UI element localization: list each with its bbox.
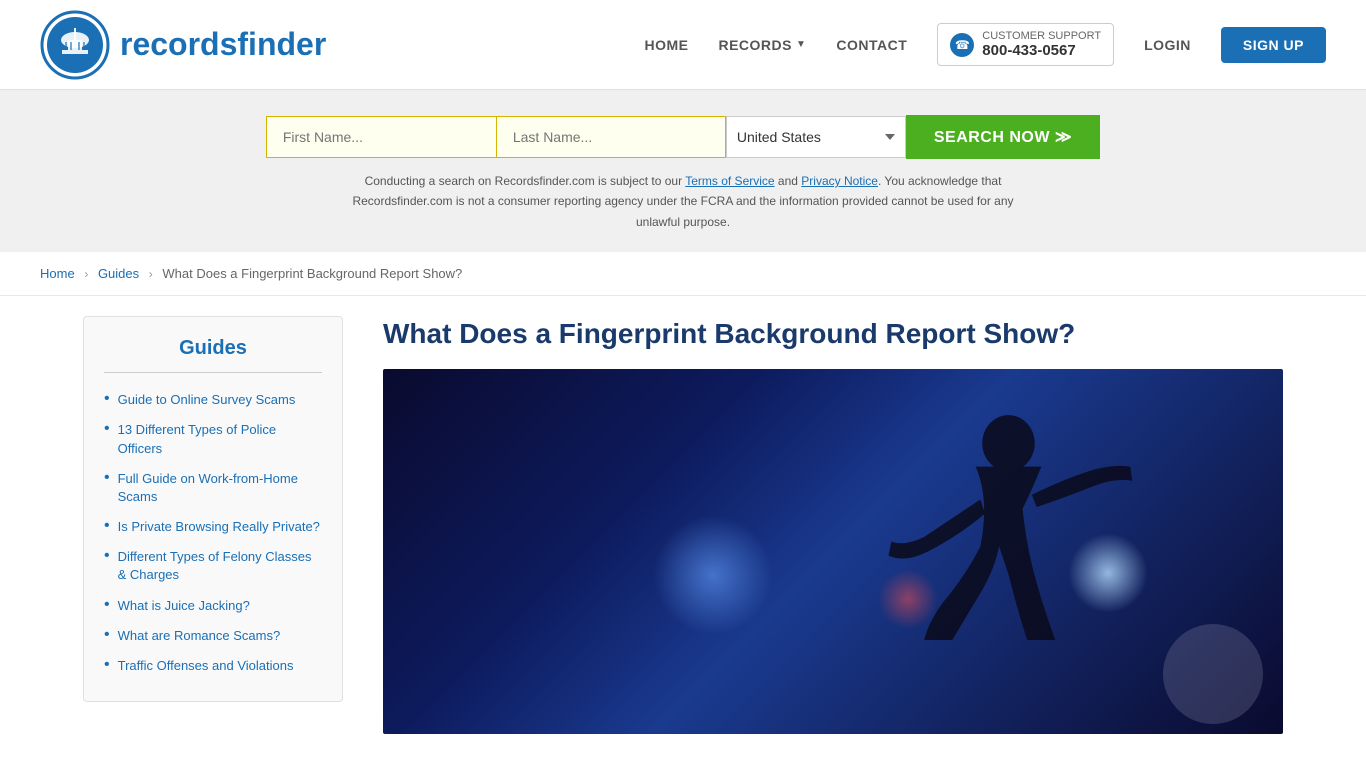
guides-link-0[interactable]: Guide to Online Survey Scams — [118, 391, 296, 409]
support-info: CUSTOMER SUPPORT 800-433-0567 — [982, 30, 1101, 59]
login-button[interactable]: LOGIN — [1144, 37, 1191, 53]
main-nav: HOME RECORDS ▼ CONTACT ☎ CUSTOMER SUPPOR… — [644, 23, 1326, 66]
guides-link-1[interactable]: 13 Different Types of Police Officers — [118, 421, 322, 457]
chevron-down-icon: ▼ — [796, 39, 806, 50]
logo-text-regular: records — [120, 26, 237, 62]
guides-link-4[interactable]: Different Types of Felony Classes & Char… — [118, 548, 322, 584]
support-number: 800-433-0567 — [982, 42, 1101, 59]
privacy-link[interactable]: Privacy Notice — [801, 174, 878, 188]
logo-area[interactable]: recordsfinder — [40, 10, 326, 80]
guides-link-5[interactable]: What is Juice Jacking? — [118, 597, 250, 615]
guides-list-item: What are Romance Scams? — [104, 621, 322, 651]
breadcrumb-guides[interactable]: Guides — [98, 266, 139, 281]
search-disclaimer: Conducting a search on Recordsfinder.com… — [333, 171, 1033, 232]
nav-contact[interactable]: CONTACT — [836, 37, 907, 53]
guides-link-3[interactable]: Is Private Browsing Really Private? — [118, 518, 320, 536]
breadcrumb-sep-1: › — [84, 267, 88, 281]
logo-icon[interactable] — [40, 10, 110, 80]
guides-list-item: Different Types of Felony Classes & Char… — [104, 542, 322, 590]
sidebar-title: Guides — [104, 337, 322, 373]
guides-list-item: Full Guide on Work-from-Home Scams — [104, 464, 322, 512]
guides-sidebar: Guides Guide to Online Survey Scams 13 Di… — [83, 316, 343, 702]
breadcrumb-home[interactable]: Home — [40, 266, 75, 281]
signup-button[interactable]: SIGN UP — [1221, 27, 1326, 63]
guides-list-item: Is Private Browsing Really Private? — [104, 512, 322, 542]
main-content: Guides Guide to Online Survey Scams 13 Di… — [43, 296, 1323, 773]
customer-support-box[interactable]: ☎ CUSTOMER SUPPORT 800-433-0567 — [937, 23, 1114, 66]
article-hero-image — [383, 369, 1283, 734]
site-header: recordsfinder HOME RECORDS ▼ CONTACT ☎ C… — [0, 0, 1366, 90]
search-section: United States SEARCH NOW ≫ Conducting a … — [0, 90, 1366, 252]
phone-icon: ☎ — [950, 33, 974, 57]
last-name-input[interactable] — [496, 116, 726, 158]
breadcrumb: Home › Guides › What Does a Fingerprint … — [0, 252, 1366, 296]
logo-text[interactable]: recordsfinder — [120, 26, 326, 63]
circle-decoration — [1163, 624, 1263, 724]
guides-link-7[interactable]: Traffic Offenses and Violations — [118, 657, 294, 675]
search-form: United States SEARCH NOW ≫ — [0, 115, 1366, 159]
guides-list-item: What is Juice Jacking? — [104, 591, 322, 621]
search-button[interactable]: SEARCH NOW ≫ — [906, 115, 1100, 159]
guides-list-item: Guide to Online Survey Scams — [104, 385, 322, 415]
article-content: What Does a Fingerprint Background Repor… — [383, 316, 1283, 733]
first-name-input[interactable] — [266, 116, 496, 158]
nav-records[interactable]: RECORDS ▼ — [718, 37, 806, 53]
guides-list-item: 13 Different Types of Police Officers — [104, 415, 322, 463]
support-label: CUSTOMER SUPPORT — [982, 30, 1101, 42]
state-select[interactable]: United States — [726, 116, 906, 158]
guides-link-6[interactable]: What are Romance Scams? — [118, 627, 281, 645]
terms-link[interactable]: Terms of Service — [685, 174, 774, 188]
logo-text-bold: finder — [237, 26, 326, 62]
guides-list-item: Traffic Offenses and Violations — [104, 651, 322, 681]
breadcrumb-current: What Does a Fingerprint Background Repor… — [162, 266, 462, 281]
guides-list: Guide to Online Survey Scams 13 Different… — [104, 385, 322, 681]
guides-link-2[interactable]: Full Guide on Work-from-Home Scams — [118, 470, 322, 506]
breadcrumb-sep-2: › — [149, 267, 153, 281]
nav-home[interactable]: HOME — [644, 37, 688, 53]
article-title: What Does a Fingerprint Background Repor… — [383, 316, 1283, 352]
